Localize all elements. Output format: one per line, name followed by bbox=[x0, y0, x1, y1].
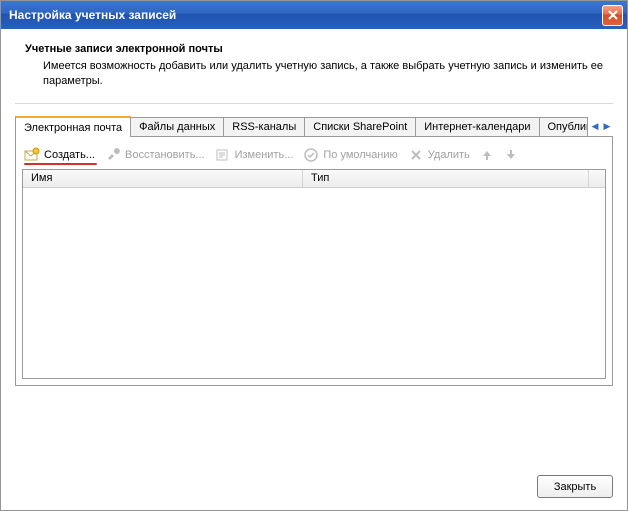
tabs-region: Электронная почта Файлы данных RSS-канал… bbox=[15, 114, 613, 386]
close-button[interactable]: Закрыть bbox=[537, 475, 613, 498]
arrow-up-icon bbox=[481, 149, 493, 161]
tab-label: Списки SharePoint bbox=[313, 121, 407, 133]
new-mail-icon bbox=[24, 147, 40, 163]
tabs-row: Электронная почта Файлы данных RSS-канал… bbox=[15, 114, 613, 136]
repair-icon bbox=[105, 147, 121, 163]
tab-label: Интернет-календари bbox=[424, 121, 530, 133]
restore-button: Восстановить... bbox=[105, 147, 205, 163]
move-down-button bbox=[504, 148, 518, 162]
tab-scroll: ◀ ▶ bbox=[589, 118, 613, 136]
restore-label: Восстановить... bbox=[125, 149, 205, 161]
tab-internet-calendars[interactable]: Интернет-календари bbox=[415, 117, 539, 136]
delete-label: Удалить bbox=[428, 149, 470, 161]
close-icon bbox=[608, 10, 618, 20]
arrow-down-icon bbox=[505, 149, 517, 161]
header-section: Учетные записи электронной почты Имеется… bbox=[15, 39, 613, 104]
chevron-left-icon: ◀ bbox=[592, 121, 599, 132]
window-title: Настройка учетных записей bbox=[9, 8, 602, 22]
tab-panel: Создать... Восстановить... Изменить.. bbox=[15, 136, 613, 386]
content-area: Учетные записи электронной почты Имеется… bbox=[1, 29, 627, 510]
accounts-list[interactable]: Имя Тип bbox=[22, 169, 606, 379]
tab-scroll-left[interactable]: ◀ bbox=[589, 118, 601, 136]
edit-button: Изменить... bbox=[215, 147, 294, 163]
header-description: Имеется возможность добавить или удалить… bbox=[25, 59, 607, 89]
delete-icon bbox=[408, 147, 424, 163]
default-label: По умолчанию bbox=[323, 149, 397, 161]
header-title: Учетные записи электронной почты bbox=[25, 43, 607, 55]
chevron-right-icon: ▶ bbox=[604, 121, 611, 132]
check-circle-icon bbox=[303, 147, 319, 163]
footer: Закрыть bbox=[15, 465, 613, 498]
create-label: Создать... bbox=[44, 149, 95, 161]
delete-button: Удалить bbox=[408, 147, 470, 163]
tab-rss[interactable]: RSS-каналы bbox=[223, 117, 305, 136]
account-settings-window: Настройка учетных записей Учетные записи… bbox=[0, 0, 628, 511]
move-up-button bbox=[480, 148, 494, 162]
highlight-underline bbox=[24, 163, 97, 165]
column-spacer bbox=[589, 170, 605, 187]
tab-label: RSS-каналы bbox=[232, 121, 296, 133]
toolbar: Создать... Восстановить... Изменить.. bbox=[22, 143, 606, 169]
column-type[interactable]: Тип bbox=[303, 170, 589, 187]
tab-scroll-right[interactable]: ▶ bbox=[601, 118, 613, 136]
tab-sharepoint[interactable]: Списки SharePoint bbox=[304, 117, 416, 136]
tab-label: Опубликован bbox=[548, 121, 589, 133]
tab-email[interactable]: Электронная почта bbox=[15, 116, 131, 137]
column-name-label: Имя bbox=[31, 172, 52, 184]
tab-data-files[interactable]: Файлы данных bbox=[130, 117, 224, 136]
column-name[interactable]: Имя bbox=[23, 170, 303, 187]
close-label: Закрыть bbox=[554, 481, 596, 493]
default-button: По умолчанию bbox=[303, 147, 397, 163]
edit-icon bbox=[215, 147, 231, 163]
create-button[interactable]: Создать... bbox=[24, 147, 95, 163]
tab-label: Файлы данных bbox=[139, 121, 215, 133]
column-type-label: Тип bbox=[311, 172, 329, 184]
list-header: Имя Тип bbox=[23, 170, 605, 188]
titlebar[interactable]: Настройка учетных записей bbox=[1, 1, 627, 29]
tab-label: Электронная почта bbox=[24, 122, 122, 134]
window-close-button[interactable] bbox=[602, 5, 623, 26]
edit-label: Изменить... bbox=[235, 149, 294, 161]
tab-published[interactable]: Опубликован bbox=[539, 117, 589, 136]
